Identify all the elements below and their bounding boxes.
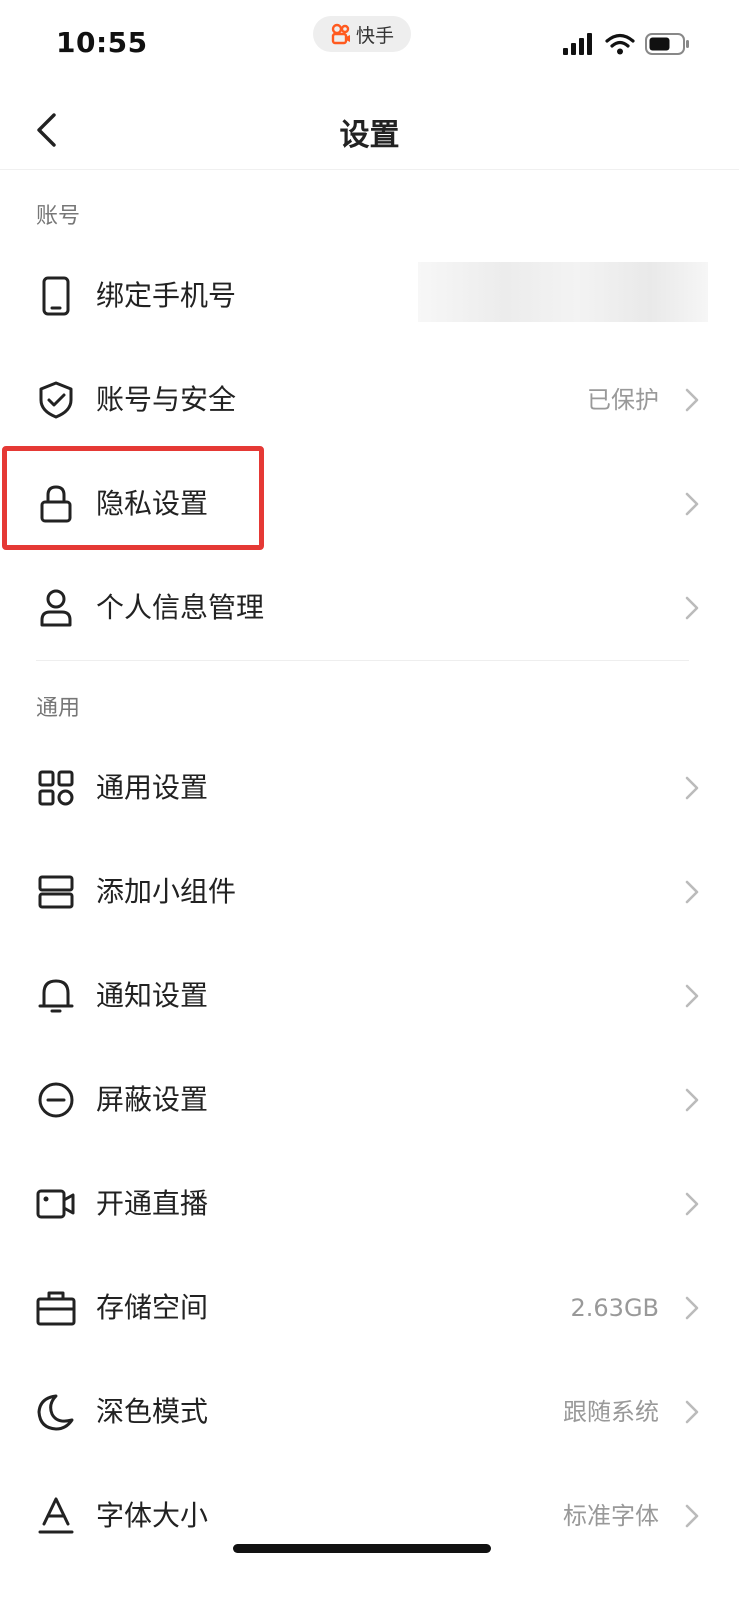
section-divider: [36, 660, 689, 661]
status-bar: 10:55 快手: [0, 0, 739, 92]
status-icons: [563, 32, 691, 56]
navigation-bar: 设置: [0, 92, 739, 170]
video-camera-icon: [36, 1184, 76, 1224]
settings-item-label: 通知设置: [96, 979, 209, 1012]
chevron-right-icon: [677, 490, 705, 518]
wifi-icon: [605, 33, 635, 55]
settings-item-value: 已保护: [587, 386, 659, 414]
chevron-right-icon: [677, 1398, 705, 1426]
settings-item-label: 开通直播: [96, 1187, 209, 1220]
status-time: 10:55: [56, 26, 148, 59]
settings-item-label: 账号与安全: [96, 383, 237, 416]
settings-item-storage[interactable]: 存储空间 2.63GB: [0, 1256, 739, 1360]
section-header-account: 账号: [36, 204, 81, 229]
settings-item-general-settings[interactable]: 通用设置: [0, 736, 739, 840]
settings-item-label: 屏蔽设置: [96, 1083, 209, 1116]
settings-item-account-security[interactable]: 账号与安全 已保护: [0, 348, 739, 452]
phone-icon: [36, 276, 76, 316]
chevron-right-icon: [677, 1502, 705, 1530]
settings-item-label: 字体大小: [96, 1499, 209, 1532]
chevron-right-icon: [677, 774, 705, 802]
settings-item-label: 个人信息管理: [96, 591, 265, 624]
chevron-right-icon: [677, 386, 705, 414]
user-icon: [36, 588, 76, 628]
storage-box-icon: [36, 1288, 76, 1328]
widget-icon: [36, 872, 76, 912]
moon-icon: [36, 1392, 76, 1432]
settings-item-label: 深色模式: [96, 1395, 209, 1428]
settings-item-value: 跟随系统: [563, 1398, 659, 1426]
settings-item-notifications[interactable]: 通知设置: [0, 944, 739, 1048]
settings-item-label: 通用设置: [96, 771, 209, 804]
settings-item-label: 存储空间: [96, 1291, 209, 1324]
page-title: 设置: [339, 118, 400, 153]
settings-item-value: 标准字体: [563, 1502, 659, 1530]
settings-item-personal-info[interactable]: 个人信息管理: [0, 556, 739, 660]
settings-item-add-widget[interactable]: 添加小组件: [0, 840, 739, 944]
settings-item-label: 添加小组件: [96, 875, 237, 908]
settings-item-start-live[interactable]: 开通直播: [0, 1152, 739, 1256]
app-indicator-pill[interactable]: 快手: [313, 16, 411, 52]
chevron-right-icon: [677, 1294, 705, 1322]
settings-item-dark-mode[interactable]: 深色模式 跟随系统: [0, 1360, 739, 1464]
bell-icon: [36, 976, 76, 1016]
chevron-right-icon: [677, 594, 705, 622]
home-indicator[interactable]: [233, 1544, 491, 1553]
chevron-right-icon: [677, 1190, 705, 1218]
font-icon: [36, 1496, 76, 1536]
cellular-signal-icon: [563, 33, 595, 55]
settings-item-block-settings[interactable]: 屏蔽设置: [0, 1048, 739, 1152]
battery-icon: [645, 32, 691, 56]
chevron-right-icon: [677, 982, 705, 1010]
highlight-annotation-box: [2, 446, 264, 550]
settings-item-label: 绑定手机号: [96, 279, 237, 312]
block-icon: [36, 1080, 76, 1120]
settings-item-value: 2.63GB: [570, 1294, 660, 1322]
shield-check-icon: [36, 380, 76, 420]
chevron-right-icon: [677, 1086, 705, 1114]
grid-icon: [36, 768, 76, 808]
chevron-right-icon: [677, 878, 705, 906]
blurred-phone-number: [418, 262, 708, 322]
section-header-general: 通用: [36, 696, 81, 721]
kuaishou-logo-icon: [330, 23, 352, 45]
app-pill-label: 快手: [355, 24, 394, 47]
